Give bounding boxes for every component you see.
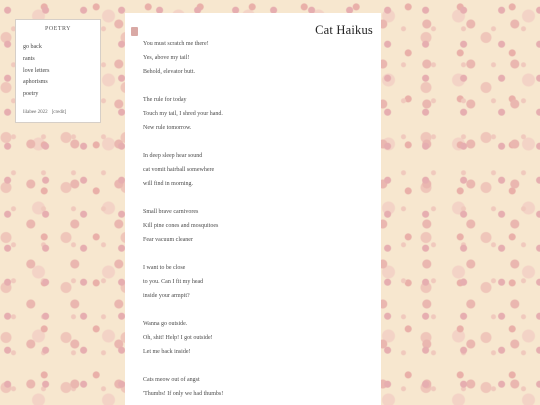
poem-line: Oh, shit! Help! I got outside! xyxy=(143,335,213,341)
poem-line: Touch my tail, I shred your hand. xyxy=(143,111,223,117)
poem-line: In deep sleep hear sound xyxy=(143,153,203,159)
poem-line: New rule tomorrow. xyxy=(143,125,192,131)
poem-line: I want to be close xyxy=(143,265,186,271)
poem-line: inside your armpit? xyxy=(143,293,190,299)
nav-link-rants[interactable]: rants xyxy=(23,54,93,66)
poem-line: Yes, above my tail! xyxy=(143,55,190,61)
haiku-stanza: Wanna go outside. Oh, shit! Help! I got … xyxy=(143,320,373,362)
page-title: Cat Haikus xyxy=(315,23,373,37)
poem-line: Behold, elevator butt. xyxy=(143,69,195,75)
main-content: Cat Haikus You must scratch me there! Ye… xyxy=(125,13,381,405)
haiku-stanza: I want to be close to you. Can I fit my … xyxy=(143,264,373,306)
nav-link-go-back[interactable]: go back xyxy=(23,42,93,54)
haiku-stanza: The rule for today Touch my tail, I shre… xyxy=(143,96,373,138)
sidebar: POETRY go back rants love letters aphori… xyxy=(15,19,101,123)
credit-link[interactable]: [credit] xyxy=(52,110,67,115)
poem-line: Let me back inside! xyxy=(143,349,191,355)
bookmark-icon[interactable] xyxy=(131,27,138,36)
poem-line: will find in morning. xyxy=(143,181,193,187)
haiku-stanza: In deep sleep hear sound cat vomit hairb… xyxy=(143,152,373,194)
poem-line: Wanna go outside. xyxy=(143,321,188,327)
poem-line: to you. Can I fit my head xyxy=(143,279,204,285)
nav-link-poetry[interactable]: poetry xyxy=(23,89,93,101)
haiku-stanza: You must scratch me there! Yes, above my… xyxy=(143,40,373,82)
poem-line: Cats meow out of angst xyxy=(143,377,200,383)
poem-line: You must scratch me there! xyxy=(143,41,209,47)
haiku-stanza: Small brave carnivores Kill pine cones a… xyxy=(143,208,373,250)
nav-link-love-letters[interactable]: love letters xyxy=(23,66,93,78)
poem-line: Small brave carnivores xyxy=(143,209,199,215)
poem-line: Kill pine cones and mosquitoes xyxy=(143,223,219,229)
nav-link-aphorisms[interactable]: aphorisms xyxy=(23,77,93,89)
poem-line: Fear vacuum cleaner xyxy=(143,237,193,243)
poem-list: You must scratch me there! Yes, above my… xyxy=(143,40,373,405)
copyright-text: lilabee 2022 xyxy=(23,110,48,115)
sidebar-footer: lilabee 2022 [credit] xyxy=(23,110,70,115)
poem-line: The rule for today xyxy=(143,97,187,103)
sidebar-nav: go back rants love letters aphorisms poe… xyxy=(23,42,93,101)
poem-line: cat vomit hairball somewhere xyxy=(143,167,215,173)
sidebar-title: POETRY xyxy=(44,26,71,32)
poem-line: 'Thumbs! If only we had thumbs! xyxy=(143,391,224,397)
haiku-stanza: Cats meow out of angst 'Thumbs! If only … xyxy=(143,376,373,404)
